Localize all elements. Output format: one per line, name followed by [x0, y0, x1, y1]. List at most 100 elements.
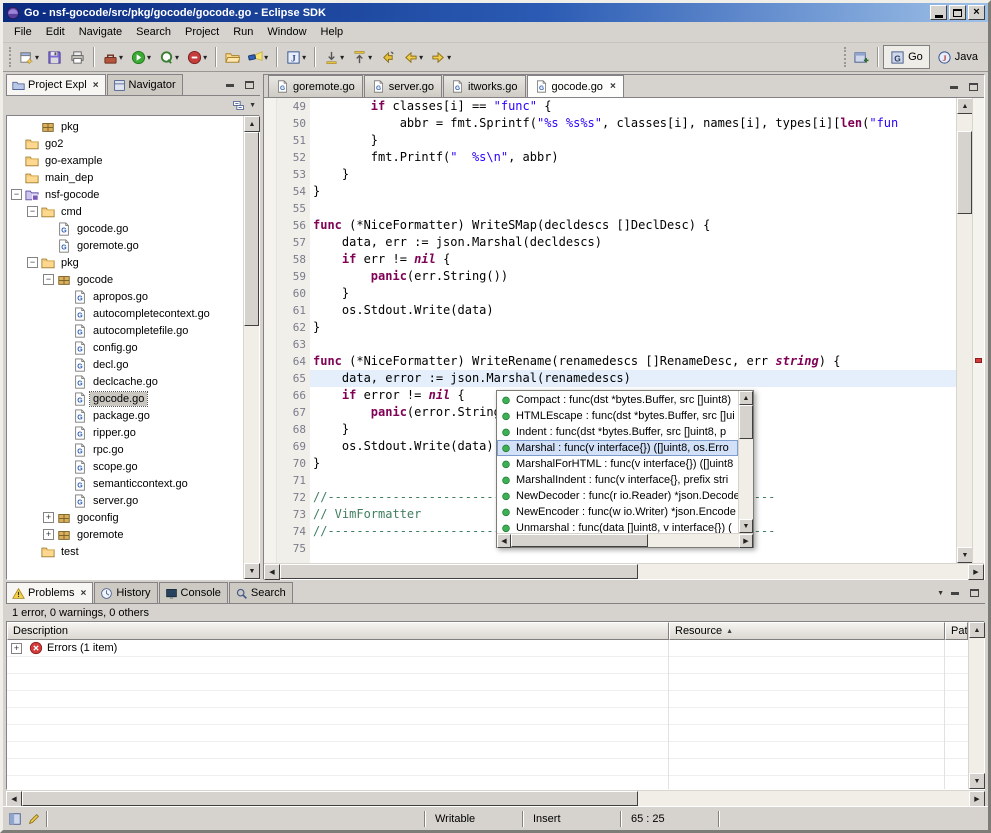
scroll-right-button[interactable]: ▶: [969, 791, 985, 807]
tree-item-autocompletefile-go[interactable]: Gautocompletefile.go: [7, 322, 243, 339]
menu-window[interactable]: Window: [260, 24, 313, 40]
tree-item-ripper-go[interactable]: Gripper.go: [7, 424, 243, 441]
menu-navigate[interactable]: Navigate: [72, 24, 129, 40]
fast-view-icon[interactable]: [8, 812, 22, 826]
completion-item[interactable]: MarshalForHTML : func(v interface{}) ([]…: [497, 456, 738, 472]
forward-button[interactable]: ▾: [427, 45, 455, 69]
scrollbar-thumb[interactable]: [280, 564, 638, 579]
tree-item-apropos-go[interactable]: Gapropos.go: [7, 288, 243, 305]
scroll-right-button[interactable]: ▶: [968, 564, 984, 580]
tree-item-server-go[interactable]: Gserver.go: [7, 492, 243, 509]
table-row-empty[interactable]: [7, 691, 968, 708]
explorer-tab-navigator[interactable]: Navigator: [107, 74, 183, 95]
code-line-56[interactable]: func (*NiceFormatter) WriteSMap(decldesc…: [310, 217, 956, 234]
maximize-view-button[interactable]: [966, 586, 982, 600]
completion-item[interactable]: NewEncoder : func(w io.Writer) *json.Enc…: [497, 504, 738, 520]
overview-ruler[interactable]: [972, 98, 984, 563]
scroll-left-button[interactable]: ◀: [6, 791, 22, 807]
view-tab-search[interactable]: Search: [229, 582, 293, 603]
dropdown-arrow-icon[interactable]: ▾: [302, 53, 306, 62]
view-tab-history[interactable]: History: [94, 582, 157, 603]
external-tools-button[interactable]: ▾: [99, 45, 127, 69]
minimize-editor-button[interactable]: [946, 80, 962, 94]
tree-item-go-example[interactable]: go-example: [7, 152, 243, 169]
restore-button[interactable]: [949, 5, 966, 20]
table-row-empty[interactable]: [7, 759, 968, 776]
dropdown-arrow-icon[interactable]: ▾: [175, 53, 179, 62]
table-row-empty[interactable]: [7, 657, 968, 674]
previous-annotation-button[interactable]: ▾: [348, 45, 376, 69]
code-line-53[interactable]: }: [310, 166, 956, 183]
tree-item-test[interactable]: test: [7, 543, 243, 560]
completion-item[interactable]: MarshalIndent : func(v interface{}, pref…: [497, 472, 738, 488]
tree-item-autocompletecontext-go[interactable]: Gautocompletecontext.go: [7, 305, 243, 322]
scrollbar-thumb[interactable]: [739, 405, 753, 439]
popup-hscrollbar[interactable]: ◀ ▶: [497, 533, 753, 547]
open-resource-button[interactable]: [221, 45, 244, 69]
explorer-scrollbar[interactable]: ▲ ▼: [243, 116, 259, 579]
dropdown-arrow-icon[interactable]: ▾: [340, 53, 344, 62]
completion-item[interactable]: NewDecoder : func(r io.Reader) *json.Dec…: [497, 488, 738, 504]
coverage-button[interactable]: ▾: [155, 45, 183, 69]
menu-edit[interactable]: Edit: [39, 24, 72, 40]
scroll-down-button[interactable]: ▼: [957, 547, 973, 563]
code-line-58[interactable]: if err != nil {: [310, 251, 956, 268]
tree-item-package-go[interactable]: Gpackage.go: [7, 407, 243, 424]
editor-tab-server.go[interactable]: Gserver.go: [364, 75, 442, 97]
tree-item-main-dep[interactable]: main_dep: [7, 169, 243, 186]
collapse-icon[interactable]: −: [11, 189, 22, 200]
view-menu-icon[interactable]: ▼: [937, 590, 944, 597]
tree-item-cmd[interactable]: −cmd: [7, 203, 243, 220]
new-java-element-button[interactable]: J▾: [282, 45, 310, 69]
minimize-button[interactable]: [930, 5, 947, 20]
dropdown-arrow-icon[interactable]: ▾: [447, 53, 451, 62]
dropdown-arrow-icon[interactable]: ▾: [203, 53, 207, 62]
perspective-go-button[interactable]: GGo: [883, 45, 930, 69]
code-line-65[interactable]: data, error := json.Marshal(renamedescs): [310, 370, 956, 387]
code-editor[interactable]: if classes[i] == "func" { abbr = fmt.Spr…: [310, 98, 956, 563]
next-annotation-button[interactable]: ▾: [320, 45, 348, 69]
close-tab-icon[interactable]: ×: [610, 81, 616, 92]
expand-icon[interactable]: +: [11, 643, 22, 654]
search-button[interactable]: ▾: [244, 45, 272, 69]
close-button[interactable]: ×: [968, 5, 985, 20]
scroll-right-button[interactable]: ▶: [739, 534, 753, 548]
code-line-59[interactable]: panic(err.String()): [310, 268, 956, 285]
collapse-icon[interactable]: −: [43, 274, 54, 285]
code-line-52[interactable]: fmt.Printf(" %s\n", abbr): [310, 149, 956, 166]
code-line-55[interactable]: [310, 200, 956, 217]
column-header-path[interactable]: Path: [945, 622, 968, 640]
editor-hscrollbar[interactable]: ◀ ▶: [264, 563, 984, 579]
close-tab-icon[interactable]: ×: [80, 588, 86, 599]
code-line-61[interactable]: os.Stdout.Write(data): [310, 302, 956, 319]
tree-item-goremote-go[interactable]: Ggoremote.go: [7, 237, 243, 254]
problems-scrollbar[interactable]: ▲ ▼: [968, 622, 984, 789]
scroll-left-button[interactable]: ◀: [497, 534, 511, 548]
completion-item[interactable]: Indent : func(dst *bytes.Buffer, src []u…: [497, 424, 738, 440]
code-line-62[interactable]: }: [310, 319, 956, 336]
minimize-view-button[interactable]: [222, 78, 238, 92]
scroll-up-button[interactable]: ▲: [739, 391, 753, 405]
close-tab-icon[interactable]: ×: [93, 80, 99, 91]
scrollbar-thumb[interactable]: [511, 534, 648, 547]
new-wizard-button[interactable]: ▾: [15, 45, 43, 69]
scroll-up-button[interactable]: ▲: [957, 98, 973, 114]
collapse-all-icon[interactable]: [232, 99, 245, 112]
editor-scrollbar[interactable]: ▲ ▼: [956, 98, 972, 563]
code-line-63[interactable]: [310, 336, 956, 353]
scroll-up-button[interactable]: ▲: [969, 622, 985, 638]
tree-item-goconfig[interactable]: +goconfig: [7, 509, 243, 526]
perspective-grip[interactable]: [844, 47, 847, 67]
view-menu-icon[interactable]: ▼: [249, 102, 256, 109]
completion-item[interactable]: Marshal : func(v interface{}) ([]uint8, …: [497, 440, 738, 456]
popup-scrollbar[interactable]: ▲ ▼: [738, 391, 753, 533]
maximize-view-button[interactable]: [241, 78, 257, 92]
error-marker[interactable]: [975, 358, 982, 363]
table-row-empty[interactable]: [7, 708, 968, 725]
tree-item-config-go[interactable]: Gconfig.go: [7, 339, 243, 356]
tree-item-gocode-go[interactable]: Ggocode.go: [7, 390, 243, 407]
last-edit-location-button[interactable]: [376, 45, 399, 69]
scroll-down-button[interactable]: ▼: [244, 563, 260, 579]
title-bar[interactable]: Go - nsf-gocode/src/pkg/gocode/gocode.go…: [3, 3, 988, 22]
toolbar-grip[interactable]: [9, 47, 12, 67]
